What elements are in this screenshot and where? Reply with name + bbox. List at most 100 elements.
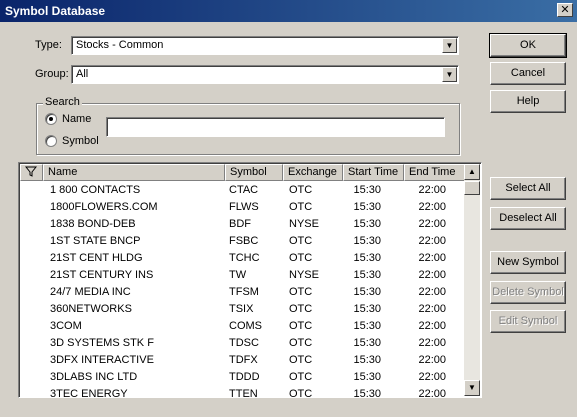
cell-end: 22:00 [418, 337, 446, 349]
cell-name: 3DFX INTERACTIVE [50, 354, 154, 366]
cell-name: 1 800 CONTACTS [50, 184, 141, 196]
delete-symbol-button: Delete Symbol [490, 281, 566, 304]
name-radio-label[interactable]: Name [62, 113, 91, 125]
table-row[interactable]: 3DLABS INC LTD TDDD OTC 15:30 22:00 [20, 369, 466, 386]
cell-symbol: FSBC [229, 235, 259, 247]
cell-end: 22:00 [418, 388, 446, 398]
cell-name: 21ST CENTURY INS [50, 269, 154, 281]
symbol-database-dialog: Symbol Database ✕ Type: Stocks - Common … [0, 0, 577, 417]
cell-end: 22:00 [418, 320, 446, 332]
table-row[interactable]: 3TEC ENERGY TTEN OTC 15:30 22:00 [20, 386, 466, 398]
cell-symbol: TW [229, 269, 247, 281]
cell-exchange: OTC [289, 252, 313, 264]
cell-name: 3COM [50, 320, 82, 332]
column-header-symbol[interactable]: Symbol [225, 164, 283, 181]
cell-exchange: OTC [289, 235, 313, 247]
table-row[interactable]: 21ST CENT HLDG TCHC OTC 15:30 22:00 [20, 250, 466, 267]
cell-exchange: OTC [289, 354, 313, 366]
vertical-scrollbar[interactable]: ▲ ▼ [464, 164, 480, 396]
table-row[interactable]: 1838 BOND-DEB BDF NYSE 15:30 22:00 [20, 216, 466, 233]
cell-exchange: NYSE [289, 218, 319, 230]
cell-symbol: TCHC [229, 252, 260, 264]
cell-end: 22:00 [418, 201, 446, 213]
scroll-up-icon[interactable]: ▲ [464, 164, 480, 180]
cell-end: 22:00 [418, 286, 446, 298]
cell-exchange: OTC [289, 286, 313, 298]
column-header-exchange[interactable]: Exchange [283, 164, 343, 181]
symbol-radio[interactable] [45, 135, 57, 147]
column-header-end-time[interactable]: End Time [404, 164, 465, 181]
chevron-down-icon[interactable]: ▼ [442, 67, 457, 82]
cell-start: 15:30 [353, 286, 381, 298]
cell-end: 22:00 [418, 303, 446, 315]
cell-end: 22:00 [418, 218, 446, 230]
table-row[interactable]: 21ST CENTURY INS TW NYSE 15:30 22:00 [20, 267, 466, 284]
symbol-list[interactable]: Name Symbol Exchange Start Time End Time… [18, 162, 482, 398]
title-bar[interactable]: Symbol Database ✕ [0, 0, 577, 22]
column-header-start-time[interactable]: Start Time [343, 164, 404, 181]
cell-symbol: COMS [229, 320, 262, 332]
cancel-button[interactable]: Cancel [490, 62, 566, 85]
group-dropdown[interactable]: All ▼ [71, 65, 459, 84]
cell-name: 1838 BOND-DEB [50, 218, 136, 230]
chevron-down-icon[interactable]: ▼ [442, 38, 457, 53]
table-row[interactable]: 1ST STATE BNCP FSBC OTC 15:30 22:00 [20, 233, 466, 250]
scroll-down-icon[interactable]: ▼ [464, 380, 480, 396]
filter-icon [24, 166, 38, 177]
cell-start: 15:30 [353, 303, 381, 315]
cell-name: 1800FLOWERS.COM [50, 201, 158, 213]
window-title: Symbol Database [5, 4, 106, 18]
deselect-all-button[interactable]: Deselect All [490, 207, 566, 230]
cell-symbol: CTAC [229, 184, 259, 196]
search-input[interactable] [106, 117, 445, 137]
scrollbar-thumb[interactable] [464, 181, 480, 195]
cell-start: 15:30 [353, 201, 381, 213]
table-row[interactable]: 3COM COMS OTC 15:30 22:00 [20, 318, 466, 335]
cell-end: 22:00 [418, 184, 446, 196]
filter-column-header[interactable] [20, 164, 43, 181]
new-symbol-button[interactable]: New Symbol [490, 251, 566, 274]
cell-exchange: OTC [289, 201, 313, 213]
cell-exchange: OTC [289, 303, 313, 315]
cell-end: 22:00 [418, 371, 446, 383]
cell-symbol: TFSM [229, 286, 259, 298]
ok-button[interactable]: OK [489, 33, 567, 58]
symbol-radio-label[interactable]: Symbol [62, 135, 99, 147]
cell-end: 22:00 [418, 269, 446, 281]
cell-start: 15:30 [353, 218, 381, 230]
cell-name: 21ST CENT HLDG [50, 252, 143, 264]
table-row[interactable]: 3D SYSTEMS STK F TDSC OTC 15:30 22:00 [20, 335, 466, 352]
cell-symbol: BDF [229, 218, 251, 230]
type-label: Type: [35, 39, 62, 51]
cell-name: 3TEC ENERGY [50, 388, 128, 398]
table-row[interactable]: 1 800 CONTACTS CTAC OTC 15:30 22:00 [20, 182, 466, 199]
cell-symbol: TTEN [229, 388, 258, 398]
search-legend: Search [43, 96, 82, 108]
table-row[interactable]: 24/7 MEDIA INC TFSM OTC 15:30 22:00 [20, 284, 466, 301]
cell-name: 24/7 MEDIA INC [50, 286, 131, 298]
cell-start: 15:30 [353, 354, 381, 366]
type-dropdown[interactable]: Stocks - Common ▼ [71, 36, 459, 55]
group-value: All [76, 68, 89, 80]
help-button[interactable]: Help [490, 90, 566, 113]
cell-symbol: FLWS [229, 201, 259, 213]
select-all-button[interactable]: Select All [490, 177, 566, 200]
table-row[interactable]: 360NETWORKS TSIX OTC 15:30 22:00 [20, 301, 466, 318]
cell-start: 15:30 [353, 388, 381, 398]
table-row[interactable]: 3DFX INTERACTIVE TDFX OTC 15:30 22:00 [20, 352, 466, 369]
cell-start: 15:30 [353, 184, 381, 196]
cell-start: 15:30 [353, 252, 381, 264]
cell-symbol: TDFX [229, 354, 258, 366]
close-icon[interactable]: ✕ [557, 3, 573, 17]
cell-end: 22:00 [418, 235, 446, 247]
name-radio[interactable] [45, 113, 57, 125]
type-value: Stocks - Common [76, 39, 164, 51]
cell-exchange: OTC [289, 371, 313, 383]
cell-start: 15:30 [353, 269, 381, 281]
edit-symbol-button: Edit Symbol [490, 310, 566, 333]
cell-symbol: TSIX [229, 303, 254, 315]
column-header-name[interactable]: Name [43, 164, 225, 181]
cell-start: 15:30 [353, 371, 381, 383]
table-row[interactable]: 1800FLOWERS.COM FLWS OTC 15:30 22:00 [20, 199, 466, 216]
cell-exchange: OTC [289, 320, 313, 332]
